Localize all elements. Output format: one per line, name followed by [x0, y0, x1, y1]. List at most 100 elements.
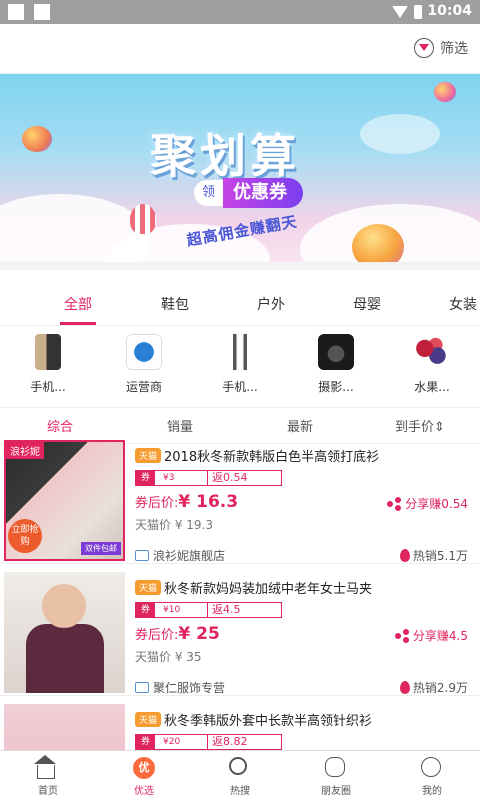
- phone-icon: [35, 334, 61, 370]
- category-label: 摄影...: [318, 380, 354, 394]
- status-bar: 10:04: [0, 0, 480, 24]
- category-earphone[interactable]: 手机...: [192, 326, 288, 407]
- coupon-tag: 券 ¥20: [135, 734, 209, 750]
- china-mobile-icon: [126, 334, 162, 370]
- nav-label: 热搜: [230, 786, 250, 797]
- filter-button[interactable]: 筛选: [414, 38, 468, 58]
- share-earn-label: 分享赚0.54: [405, 497, 468, 511]
- nav-label: 朋友圈: [321, 786, 351, 797]
- category-camera[interactable]: 摄影...: [288, 326, 384, 407]
- rebate-tag: 返0.54: [208, 470, 283, 486]
- shop-icon: [135, 682, 149, 693]
- filter-label: 筛选: [440, 41, 468, 57]
- product-card[interactable]: 天猫 秋冬季韩版外套中长款半高领针织衫 券 ¥20 返8.82: [0, 696, 480, 750]
- coupon-pill: 领 优惠券: [194, 178, 304, 208]
- share-earn-button[interactable]: 分享赚4.5: [394, 627, 468, 644]
- nav-label: 我的: [422, 786, 442, 797]
- coupon-price: ¥ 16.3: [178, 492, 239, 512]
- product-image: 浪衫妮 立即抢购 双件包邮: [4, 440, 125, 561]
- product-title: 2018秋冬新款韩版白色半高领打底衫: [164, 450, 380, 465]
- promo-banner[interactable]: 聚划算 领 优惠券 超高佣金赚翻天: [0, 74, 480, 270]
- coupon-prefix: 领: [194, 180, 224, 206]
- sales-count: 热销2.9万: [399, 679, 468, 696]
- shop-icon: [135, 550, 149, 561]
- nav-youxuan[interactable]: 优 优选: [96, 751, 192, 800]
- tab-women[interactable]: 女装: [449, 294, 477, 314]
- product-title: 秋冬季韩版外套中长款半高领针织衫: [164, 714, 373, 729]
- category-tabs: 全部 鞋包 户外 母婴 女装: [0, 280, 480, 326]
- nav-label: 优选: [134, 786, 154, 797]
- tmall-badge: 天猫: [135, 448, 162, 463]
- tmall-badge: 天猫: [135, 712, 162, 727]
- shop-name: 聚仁服饰专营: [153, 681, 226, 695]
- category-label: 运营商: [125, 380, 162, 394]
- tab-shoes-bags[interactable]: 鞋包: [161, 294, 189, 314]
- category-label: 水果...: [414, 380, 450, 394]
- tmall-price: 天猫价 ¥ 35: [135, 650, 202, 664]
- share-icon: [387, 496, 402, 511]
- category-label: 手机...: [30, 380, 66, 394]
- status-time: 10:04: [427, 3, 472, 19]
- flame-icon: [399, 681, 410, 694]
- rebate-tag: 返4.5: [208, 602, 283, 618]
- nav-label: 首页: [38, 786, 58, 797]
- youxuan-icon: 优: [133, 757, 155, 779]
- coupon-label: 券: [136, 471, 156, 485]
- battery-icon: [414, 5, 422, 19]
- product-card[interactable]: 天猫 秋冬新款妈妈装加绒中老年女士马夹 券 ¥10 返4.5 券后价:¥ 25 …: [0, 564, 480, 696]
- coupon-tag: 券 ¥10: [135, 602, 209, 618]
- banner-separator: [0, 262, 480, 270]
- share-earn-label: 分享赚4.5: [412, 629, 468, 643]
- coupon-label: 券: [136, 735, 156, 749]
- tmall-price: 天猫价 ¥ 19.3: [135, 518, 213, 532]
- coupon-value: ¥20: [163, 737, 181, 747]
- coupon-value: ¥10: [163, 605, 181, 615]
- wifi-icon: [392, 6, 408, 18]
- tab-active-indicator: [60, 322, 96, 325]
- product-title: 秋冬新款妈妈装加绒中老年女士马夹: [164, 582, 373, 597]
- category-phone[interactable]: 手机...: [0, 326, 96, 407]
- nav-home[interactable]: 首页: [0, 751, 96, 800]
- fruit-icon: [414, 334, 450, 370]
- product-list: 浪衫妮 立即抢购 双件包邮 天猫 2018秋冬新款韩版白色半高领打底衫 券 ¥3…: [0, 432, 480, 750]
- sales-label: 热销2.9万: [412, 681, 468, 695]
- home-icon: [34, 755, 56, 779]
- price-label: 券后价:: [135, 496, 179, 511]
- nav-hot-search[interactable]: 热搜: [192, 751, 288, 800]
- balloon-icon: [434, 82, 456, 102]
- hot-air-balloon-icon: [130, 204, 156, 234]
- shop-name: 浪衫妮旗舰店: [153, 549, 226, 563]
- coupon-label: 券: [136, 603, 156, 617]
- nav-profile[interactable]: 我的: [384, 751, 480, 800]
- tmall-badge: 天猫: [135, 580, 162, 595]
- notification-icon: [8, 4, 24, 20]
- rebate-tag: 返8.82: [208, 734, 283, 750]
- category-fruit[interactable]: 水果...: [384, 326, 480, 407]
- earphone-icon: [222, 334, 258, 370]
- flame-icon: [399, 549, 410, 562]
- top-bar: 筛选: [0, 24, 480, 74]
- thumb-tag: 双件包邮: [81, 542, 121, 555]
- share-icon: [394, 628, 409, 643]
- notification-icon: [34, 4, 50, 20]
- hot-search-icon: [229, 757, 247, 775]
- balloon-icon: [22, 126, 52, 152]
- nav-moments[interactable]: 朋友圈: [288, 751, 384, 800]
- product-image: [4, 572, 125, 693]
- tab-outdoor[interactable]: 户外: [257, 294, 285, 314]
- tab-baby[interactable]: 母婴: [353, 294, 381, 314]
- coupon-price: ¥ 25: [178, 624, 220, 644]
- sales-count: 热销5.1万: [399, 547, 468, 564]
- thumb-brand-badge: 浪衫妮: [6, 442, 44, 459]
- product-card[interactable]: 浪衫妮 立即抢购 双件包邮 天猫 2018秋冬新款韩版白色半高领打底衫 券 ¥3…: [0, 432, 480, 564]
- thumb-buy-badge: 立即抢购: [8, 519, 42, 553]
- category-carrier[interactable]: 运营商: [96, 326, 192, 407]
- category-label: 手机...: [222, 380, 258, 394]
- tab-all[interactable]: 全部: [64, 294, 92, 314]
- share-earn-button[interactable]: 分享赚0.54: [387, 495, 468, 512]
- camera-icon: [318, 334, 354, 370]
- sales-label: 热销5.1万: [412, 549, 468, 563]
- coupon-value: ¥3: [163, 473, 175, 483]
- category-grid: 手机... 运营商 手机... 摄影... 水果...: [0, 326, 480, 408]
- coupon-label: 优惠券: [223, 178, 304, 208]
